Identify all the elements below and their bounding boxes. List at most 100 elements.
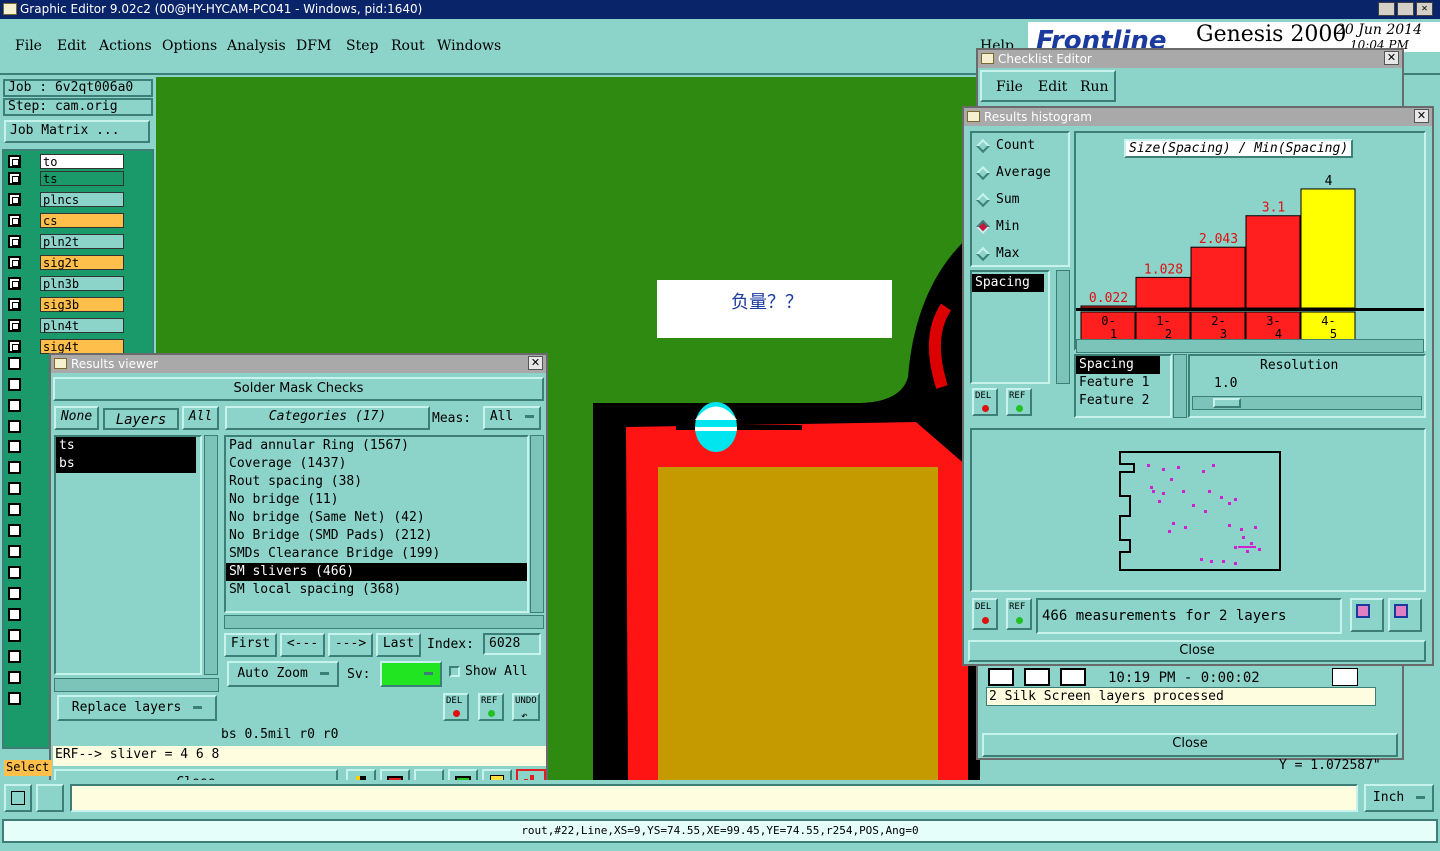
run-icon[interactable] bbox=[988, 668, 1014, 686]
category-item[interactable]: No bridge (Same Net) (42) bbox=[226, 509, 527, 527]
layer-checkbox[interactable] bbox=[8, 545, 21, 558]
menu-file[interactable]: File bbox=[15, 38, 42, 54]
prev-button[interactable]: <--- bbox=[280, 633, 325, 657]
first-button[interactable]: First bbox=[224, 633, 277, 657]
menu-options[interactable]: Options bbox=[162, 38, 217, 54]
layer-checkbox[interactable] bbox=[8, 461, 21, 474]
layer-name[interactable]: ts bbox=[40, 171, 124, 186]
undo-button[interactable]: UNDO ↶ bbox=[512, 693, 540, 722]
menu-dfm[interactable]: DFM bbox=[296, 38, 331, 54]
layer-name[interactable]: pln2t bbox=[40, 234, 124, 249]
layer-checkbox[interactable] bbox=[8, 340, 21, 353]
result-layers-scrollbar[interactable] bbox=[204, 435, 218, 675]
board-preview[interactable] bbox=[970, 428, 1426, 592]
run-checked-icon[interactable] bbox=[1060, 668, 1086, 686]
select-tool-icon[interactable] bbox=[4, 784, 32, 812]
layer-row[interactable]: ts bbox=[6, 170, 124, 187]
last-button[interactable]: Last bbox=[376, 633, 421, 657]
menu-windows[interactable]: Windows bbox=[437, 38, 501, 54]
all-layers-button[interactable]: All bbox=[182, 406, 219, 430]
mode-radio-sum[interactable] bbox=[975, 192, 991, 208]
histogram-bar[interactable] bbox=[1135, 276, 1191, 309]
job-matrix-button[interactable]: Job Matrix ... bbox=[4, 120, 150, 143]
histogram-chart[interactable]: 0.0220-11.0281-22.0432-33.13-444-5 bbox=[1076, 153, 1424, 353]
layer-checkbox[interactable] bbox=[8, 277, 21, 290]
spacing-list[interactable]: Spacing bbox=[970, 270, 1050, 384]
checklist-close-icon[interactable]: ✕ bbox=[1384, 51, 1399, 65]
menu-edit[interactable]: Edit bbox=[57, 38, 86, 54]
command-input[interactable] bbox=[70, 784, 1358, 812]
snap-tool-icon[interactable] bbox=[36, 784, 64, 812]
replace-layers-select[interactable]: Replace layers bbox=[57, 695, 217, 721]
mode-radio-min[interactable] bbox=[975, 219, 991, 235]
result-layer-item[interactable]: ts bbox=[56, 437, 196, 455]
category-item[interactable]: Rout spacing (38) bbox=[226, 473, 527, 491]
checklist-menu-edit[interactable]: Edit bbox=[1038, 79, 1067, 95]
layer-checkbox[interactable] bbox=[8, 214, 21, 227]
layer-checkbox[interactable] bbox=[8, 566, 21, 579]
layer-checkbox[interactable] bbox=[8, 235, 21, 248]
unit-select[interactable]: Inch bbox=[1364, 784, 1434, 812]
close-button[interactable]: ✕ bbox=[1416, 2, 1433, 16]
maximize-button[interactable] bbox=[1397, 2, 1414, 16]
chart-h-scrollbar[interactable] bbox=[1076, 339, 1424, 353]
layer-checkbox[interactable] bbox=[8, 172, 21, 185]
minimize-button[interactable] bbox=[1378, 2, 1395, 16]
layer-checkbox[interactable] bbox=[8, 155, 21, 168]
hist-ref-button[interactable]: REF bbox=[1006, 388, 1032, 416]
histogram-bar[interactable] bbox=[1300, 188, 1356, 309]
mode-radio-average[interactable] bbox=[975, 165, 991, 181]
histogram-close-icon[interactable]: ✕ bbox=[1414, 109, 1429, 123]
zoom-back-icon[interactable] bbox=[1388, 598, 1422, 632]
show-all-checkbox[interactable] bbox=[449, 666, 460, 677]
layer-checkbox[interactable] bbox=[8, 650, 21, 663]
layer-checkbox[interactable] bbox=[8, 298, 21, 311]
sv-color-select[interactable] bbox=[380, 661, 442, 687]
ref-button[interactable]: REF bbox=[478, 693, 504, 721]
next-button[interactable]: ---> bbox=[328, 633, 373, 657]
mode-radio-count[interactable] bbox=[975, 138, 991, 154]
checklist-menu-file[interactable]: File bbox=[996, 79, 1023, 95]
category-item[interactable]: No bridge (11) bbox=[226, 491, 527, 509]
layer-checkbox[interactable] bbox=[8, 440, 21, 453]
attr-list-item[interactable]: Feature 2 bbox=[1076, 392, 1170, 410]
layer-checkbox[interactable] bbox=[8, 524, 21, 537]
index-input[interactable]: 6028 bbox=[483, 633, 541, 655]
category-item[interactable]: SM local spacing (368) bbox=[226, 581, 527, 599]
layer-row[interactable]: plncs bbox=[6, 191, 124, 208]
attr-list-item[interactable]: Spacing bbox=[1076, 356, 1160, 374]
layer-name[interactable]: pln3b bbox=[40, 276, 124, 291]
attr-list-item[interactable]: Feature 1 bbox=[1076, 374, 1170, 392]
category-item[interactable]: No Bridge (SMD Pads) (212) bbox=[226, 527, 527, 545]
layer-name[interactable]: plncs bbox=[40, 192, 124, 207]
layer-checkbox[interactable] bbox=[8, 692, 21, 705]
menu-actions[interactable]: Actions bbox=[99, 38, 152, 54]
resolution-slider[interactable] bbox=[1192, 396, 1422, 410]
hist-ref-button-2[interactable]: REF bbox=[1006, 598, 1032, 630]
layer-name[interactable]: to bbox=[40, 154, 124, 169]
auto-zoom-select[interactable]: Auto Zoom bbox=[227, 661, 339, 687]
layer-checkbox[interactable] bbox=[8, 399, 21, 412]
hist-del-button-2[interactable]: DEL bbox=[972, 598, 998, 630]
menu-step[interactable]: Step bbox=[346, 38, 378, 54]
layer-checkbox[interactable] bbox=[8, 629, 21, 642]
categories-h-scrollbar[interactable] bbox=[224, 615, 544, 629]
spacing-list-item[interactable]: Spacing bbox=[972, 274, 1044, 292]
layer-row[interactable]: pln3b bbox=[6, 275, 124, 292]
layer-row[interactable]: cs bbox=[6, 212, 124, 229]
layer-checkbox[interactable] bbox=[8, 503, 21, 516]
layer-checkbox[interactable] bbox=[8, 420, 21, 433]
result-layers-list[interactable]: ts bs bbox=[54, 435, 202, 675]
spacing-scrollbar[interactable] bbox=[1056, 270, 1070, 384]
category-item[interactable]: SM slivers (466) bbox=[226, 563, 527, 581]
checklist-close-button[interactable]: Close bbox=[982, 733, 1398, 757]
layer-checkbox[interactable] bbox=[8, 608, 21, 621]
layer-checkbox[interactable] bbox=[8, 671, 21, 684]
del-button[interactable]: DEL bbox=[443, 693, 469, 721]
select-label[interactable]: Select bbox=[4, 760, 52, 776]
layer-row[interactable]: to bbox=[6, 153, 124, 170]
layer-checkbox[interactable] bbox=[8, 482, 21, 495]
categories-list[interactable]: Pad annular Ring (1567) Coverage (1437) Ro… bbox=[224, 435, 529, 613]
histogram-close-button[interactable]: Close bbox=[968, 640, 1426, 662]
menu-rout[interactable]: Rout bbox=[391, 38, 425, 54]
